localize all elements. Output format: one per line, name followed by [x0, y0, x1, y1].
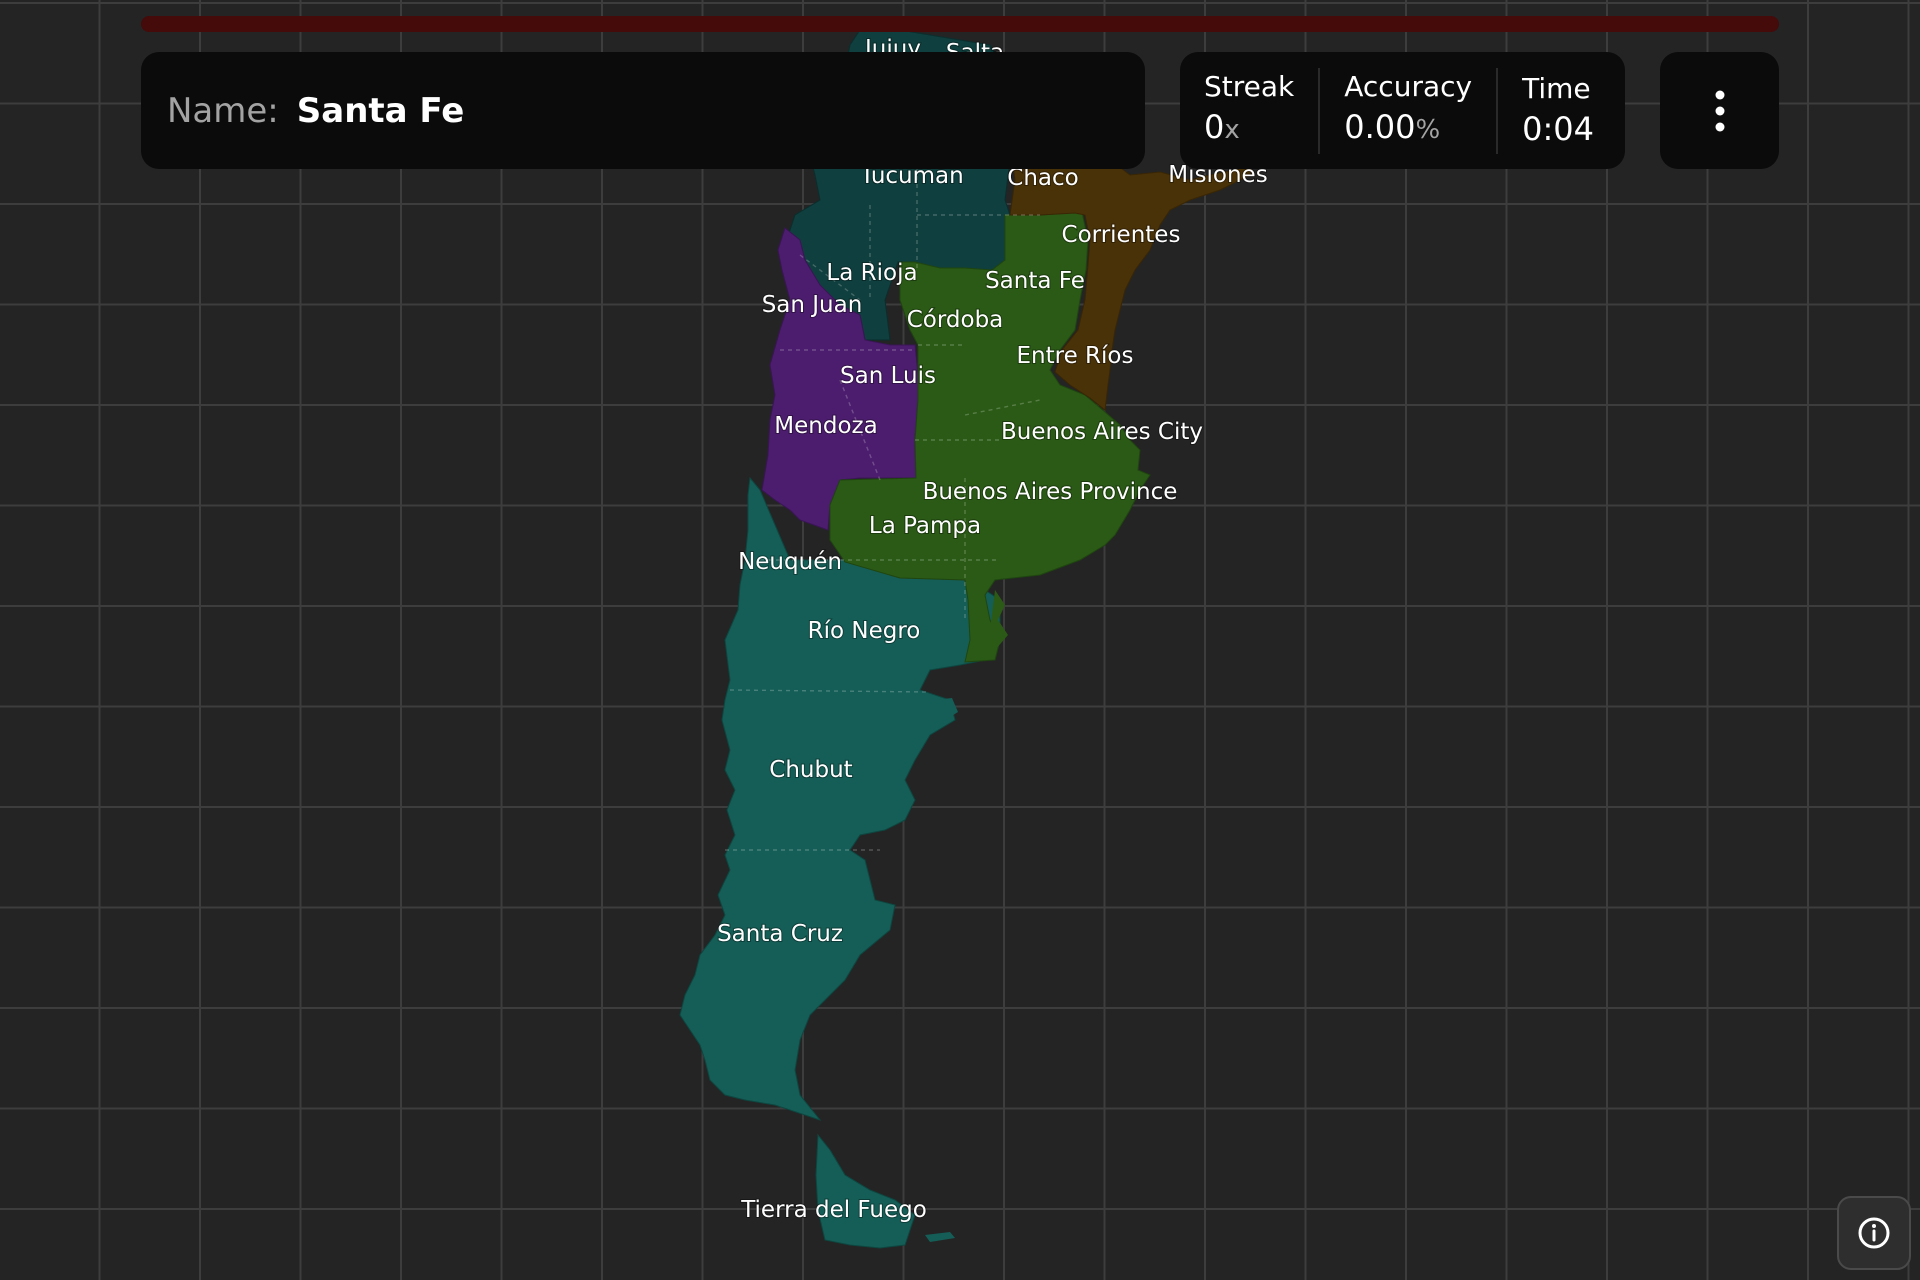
label-la-pampa: La Pampa: [869, 513, 981, 539]
label-san-luis: San Luis: [840, 363, 936, 389]
label-rio-negro: Río Negro: [808, 618, 921, 644]
label-chubut: Chubut: [769, 757, 852, 783]
info-icon: [1858, 1217, 1890, 1249]
label-buenos-aires-city: Buenos Aires City: [1001, 419, 1203, 445]
streak-stat: Streak 0x: [1180, 68, 1318, 154]
label-santa-cruz: Santa Cruz: [717, 921, 843, 947]
prompt-panel: Name: Santa Fe: [141, 52, 1145, 169]
accuracy-value-wrap: 0.00%: [1344, 105, 1472, 152]
label-mendoza: Mendoza: [774, 413, 877, 439]
name-label: Name:: [167, 90, 279, 131]
more-vertical-icon: [1715, 90, 1724, 131]
label-tierra-del-fuego: Tierra del Fuego: [740, 1197, 927, 1223]
streak-value: 0: [1204, 108, 1225, 146]
streak-value-wrap: 0x: [1204, 105, 1294, 152]
streak-label: Streak: [1204, 70, 1295, 103]
stats-panel: Streak 0x Accuracy 0.00% Time 0:04: [1180, 52, 1625, 169]
label-santa-fe: Santa Fe: [985, 268, 1085, 294]
label-buenos-aires-province: Buenos Aires Province: [923, 479, 1178, 505]
info-button[interactable]: [1837, 1196, 1911, 1270]
accuracy-stat: Accuracy 0.00%: [1318, 67, 1496, 154]
label-corrientes: Corrientes: [1062, 222, 1181, 248]
region-staten-island: [925, 1232, 955, 1242]
region-tierra-del-fuego[interactable]: [815, 1133, 916, 1249]
label-entre-rios: Entre Ríos: [1017, 343, 1134, 369]
argentina-map[interactable]: Jujuy Salta Tucumán Chaco Misiones Corri…: [0, 0, 1920, 1280]
menu-button[interactable]: [1660, 52, 1779, 169]
label-cordoba: Córdoba: [907, 307, 1004, 333]
accuracy-unit: %: [1415, 115, 1441, 145]
streak-unit: x: [1224, 115, 1240, 145]
accuracy-label: Accuracy: [1344, 70, 1473, 103]
time-stat: Time 0:04: [1496, 67, 1618, 154]
accuracy-value: 0.00: [1344, 108, 1416, 146]
time-label: Time: [1522, 71, 1591, 105]
time-value: 0:04: [1522, 109, 1594, 148]
label-neuquen: Neuquén: [738, 549, 842, 575]
label-san-juan: San Juan: [762, 292, 863, 318]
target-name: Santa Fe: [296, 90, 465, 131]
label-la-rioja: La Rioja: [826, 260, 917, 286]
progress-bar: [141, 16, 1779, 32]
